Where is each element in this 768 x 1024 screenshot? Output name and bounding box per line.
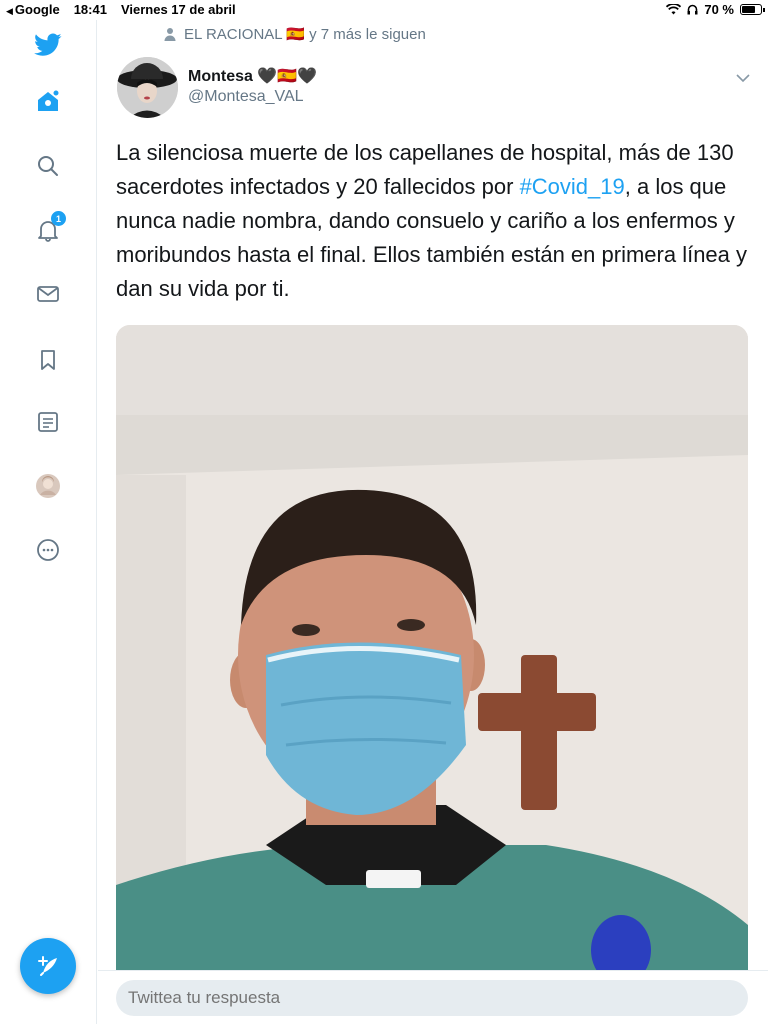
sidebar-nav: 1 <box>0 20 97 1024</box>
bookmarks-icon[interactable] <box>33 345 63 375</box>
clock: 18:41 <box>73 2 107 17</box>
lists-icon[interactable] <box>33 407 63 437</box>
chevron-down-icon[interactable] <box>736 70 750 88</box>
author-avatar[interactable] <box>117 57 178 118</box>
author-name[interactable]: Montesa 🖤🇪🇸🖤 <box>188 66 317 86</box>
twitter-logo-icon[interactable] <box>33 30 63 60</box>
compose-tweet-button[interactable] <box>20 938 76 994</box>
battery-icon <box>740 4 765 15</box>
headphones-icon <box>687 4 698 15</box>
social-context[interactable]: EL RACIONAL 🇪🇸 y 7 más le siguen <box>164 25 426 43</box>
hashtag-link[interactable]: #Covid_19 <box>520 174 625 199</box>
notifications-icon[interactable]: 1 <box>33 211 66 245</box>
notification-badge: 1 <box>51 211 66 226</box>
tweet-detail: EL RACIONAL 🇪🇸 y 7 más le siguen Montesa… <box>98 20 768 1024</box>
compose-tweet-icon <box>38 956 57 976</box>
back-arrow-icon: ◀ <box>6 6 13 16</box>
date: Viernes 17 de abril <box>120 2 236 17</box>
search-icon[interactable] <box>33 151 63 181</box>
author-handle[interactable]: @Montesa_VAL <box>188 88 304 106</box>
home-icon[interactable] <box>33 86 63 116</box>
back-to-app[interactable]: ◀ Google <box>6 2 60 17</box>
battery-percent: 70 % <box>704 2 734 17</box>
reply-bar <box>98 970 768 1024</box>
wifi-icon <box>666 4 682 15</box>
tweet-text: La silenciosa muerte de los capellanes d… <box>116 140 748 301</box>
messages-icon[interactable] <box>33 279 63 309</box>
profile-avatar-icon[interactable] <box>33 471 63 501</box>
status-bar: ◀ Google 18:41 Viernes 17 de abril 70 % <box>0 0 768 20</box>
more-icon[interactable] <box>33 535 63 565</box>
person-icon <box>164 28 176 41</box>
reply-input[interactable] <box>116 980 748 1016</box>
tweet-photo[interactable] <box>116 325 748 971</box>
